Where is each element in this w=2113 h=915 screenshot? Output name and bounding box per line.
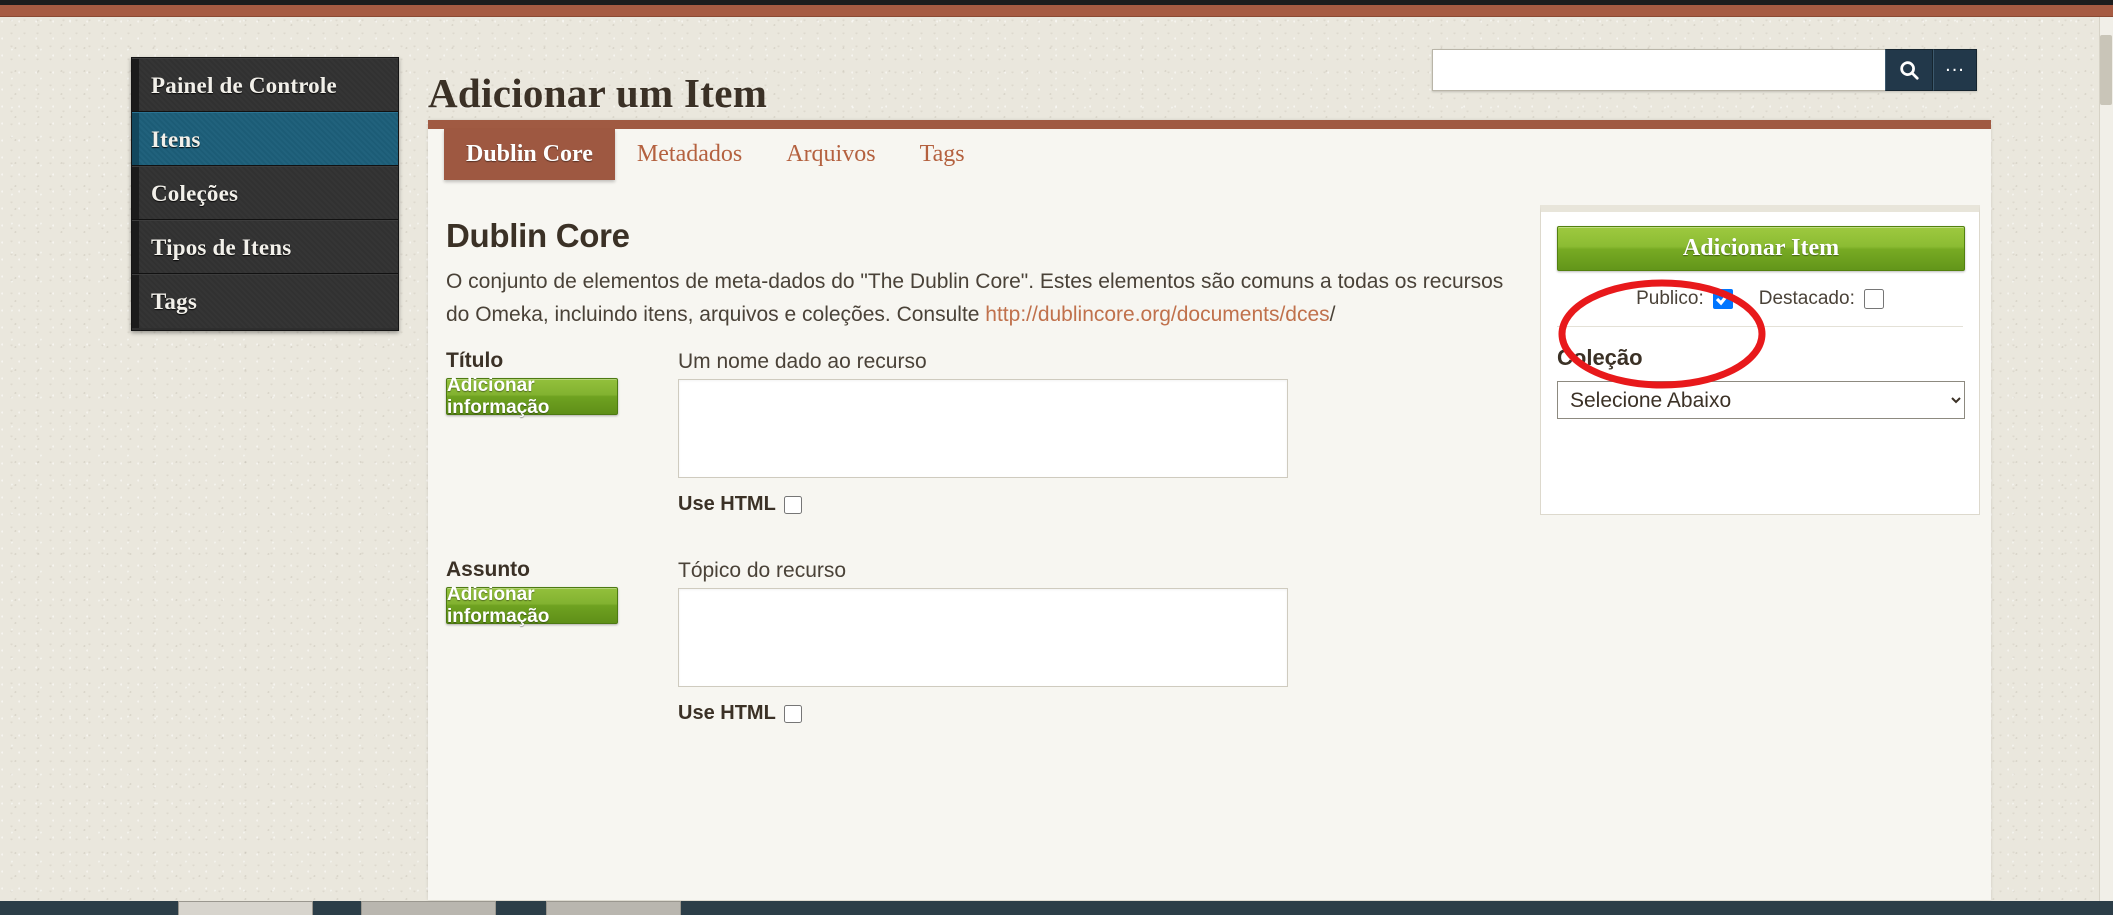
sidebar-item-tags[interactable]: Tags — [132, 274, 398, 328]
use-html-toggle[interactable]: Use HTML — [678, 493, 802, 516]
tab-metadados[interactable]: Metadados — [615, 129, 764, 180]
tab-label: Metadados — [636, 141, 743, 167]
page-scrollbar-thumb[interactable] — [2100, 35, 2112, 105]
public-checkbox[interactable] — [1712, 288, 1733, 309]
add-item-button[interactable]: Adicionar Item — [1557, 226, 1965, 271]
field-label: Assunto — [446, 558, 530, 581]
ellipsis-icon: ... — [1945, 53, 1965, 76]
search-input[interactable] — [1432, 49, 1885, 91]
page-title: Adicionar um Item — [428, 70, 768, 117]
collection-select[interactable]: Selecione Abaixo — [1557, 381, 1965, 419]
collection-label: Coleção — [1557, 345, 1643, 370]
advanced-search-button[interactable]: ... — [1933, 49, 1977, 91]
sidebar-item-itens[interactable]: Itens — [132, 112, 398, 166]
featured-label: Destacado: — [1758, 287, 1855, 309]
public-label: Publico: — [1636, 287, 1704, 309]
site-accent-bar — [0, 5, 2113, 17]
field-hint: Um nome dado ao recurso — [678, 350, 927, 373]
section-heading: Dublin Core — [446, 217, 630, 255]
taskbar-button[interactable] — [361, 901, 496, 915]
dublin-core-spec-link[interactable]: http://dublincore.org/documents/dces — [985, 303, 1329, 326]
app-window: Painel de Controle Itens Coleções Tipos … — [0, 0, 2113, 915]
use-html-label: Use HTML — [678, 702, 776, 724]
search-icon — [1898, 59, 1920, 81]
field-textarea[interactable] — [678, 588, 1288, 687]
item-actions-panel: Adicionar Item Publico: Destacado: Coleç… — [1540, 205, 1980, 515]
sidebar-item-label: Coleções — [151, 181, 239, 206]
use-html-toggle[interactable]: Use HTML — [678, 702, 802, 725]
use-html-label: Use HTML — [678, 493, 776, 515]
tab-dublin-core[interactable]: Dublin Core — [444, 129, 615, 180]
page-scrollbar-track[interactable] — [2099, 17, 2113, 915]
sidebar-item-label: Itens — [151, 127, 201, 152]
taskbar-button[interactable] — [546, 901, 681, 915]
use-html-checkbox[interactable] — [783, 495, 802, 514]
sidebar-item-colecoes[interactable]: Coleções — [132, 166, 398, 220]
description-text: O conjunto de elementos de meta-dados do… — [446, 270, 1504, 326]
sidebar-item-label: Tipos de Itens — [151, 235, 292, 260]
field-label: Título — [446, 349, 504, 372]
featured-checkbox-group[interactable]: Destacado: — [1759, 288, 1884, 310]
sidebar-item-label: Painel de Controle — [151, 73, 337, 98]
tab-arquivos[interactable]: Arquivos — [764, 129, 897, 180]
field-textarea[interactable] — [678, 379, 1288, 478]
sidebar-item-tipos-de-itens[interactable]: Tipos de Itens — [132, 220, 398, 274]
search-bar: ... — [1432, 49, 1977, 91]
taskbar-button[interactable] — [178, 901, 313, 915]
featured-checkbox[interactable] — [1863, 288, 1884, 309]
public-checkbox-group[interactable]: Publico: — [1636, 288, 1733, 310]
description-text-suffix: / — [1329, 303, 1336, 326]
search-submit-button[interactable] — [1885, 49, 1933, 91]
sidebar-item-painel-de-controle[interactable]: Painel de Controle — [132, 58, 398, 112]
tab-label: Arquivos — [786, 141, 876, 167]
add-input-button[interactable]: Adicionar informação — [446, 375, 618, 418]
tab-list: Dublin Core Metadados Arquivos Tags — [444, 129, 987, 180]
sidebar-item-label: Tags — [151, 289, 197, 314]
add-input-button[interactable]: Adicionar informação — [446, 584, 618, 627]
tab-label: Dublin Core — [466, 141, 593, 167]
section-description: O conjunto de elementos de meta-dados do… — [446, 265, 1506, 331]
use-html-checkbox[interactable] — [783, 704, 802, 723]
tab-tags[interactable]: Tags — [898, 129, 987, 180]
sidebar-nav: Painel de Controle Itens Coleções Tipos … — [131, 57, 399, 331]
field-hint: Tópico do recurso — [678, 559, 847, 582]
tab-label: Tags — [919, 141, 965, 167]
os-taskbar — [0, 901, 2113, 915]
visibility-options-row: Publico: Destacado: — [1557, 271, 1963, 327]
